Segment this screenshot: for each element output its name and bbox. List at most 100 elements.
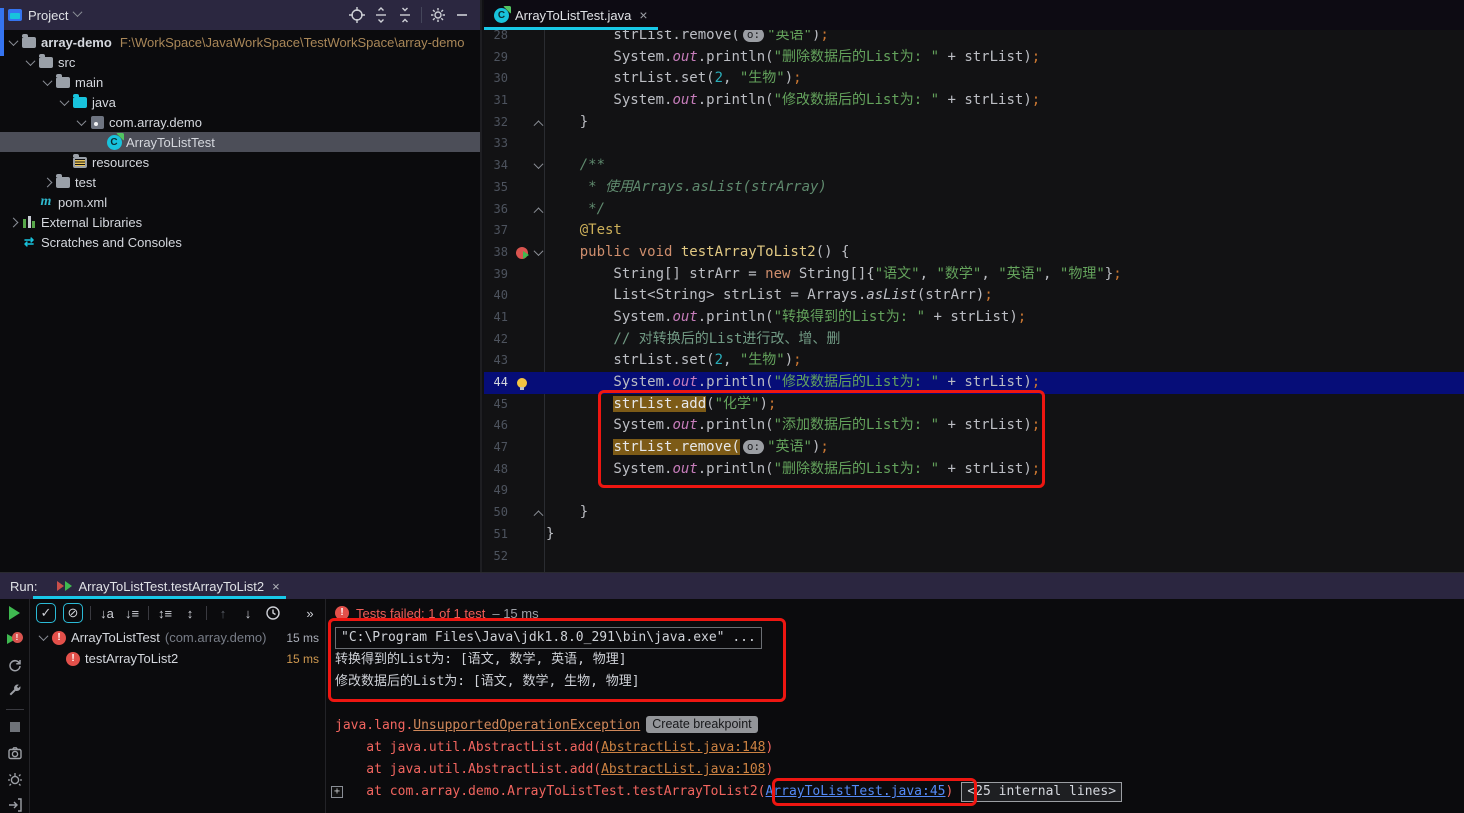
project-tree-item-test[interactable]: test: [0, 172, 480, 192]
console-line[interactable]: java.lang.UnsupportedOperationException C…: [335, 715, 1464, 737]
tab-close-icon[interactable]: ×: [639, 7, 647, 23]
stop-button[interactable]: [6, 719, 24, 736]
console-line[interactable]: 修改数据后的List为: [语文, 数学, 生物, 物理]: [335, 671, 1464, 693]
expand-all-button[interactable]: ↕≡: [156, 604, 174, 622]
show-passed-button[interactable]: ✓: [36, 603, 56, 623]
code-area[interactable]: 28 strList.remove(o: "英语"); 29 System.out.…: [484, 30, 1464, 572]
project-tree-item-src[interactable]: src: [0, 52, 480, 72]
console-line[interactable]: at java.util.AbstractList.add(AbstractLi…: [335, 737, 1464, 759]
code-line-47[interactable]: 47 strList.remove(o: "英语");: [484, 437, 1464, 459]
coverage-button[interactable]: [6, 770, 24, 787]
project-tree-item-java[interactable]: java: [0, 92, 480, 112]
code-line-40[interactable]: 40 List<String> strList = Arrays.asList(…: [484, 285, 1464, 307]
stack-link[interactable]: AbstractList.java:148: [601, 740, 765, 755]
fold-marker[interactable]: [532, 155, 545, 177]
code-line-30[interactable]: 30 strList.set(2, "生物");: [484, 68, 1464, 90]
project-tree-item-array-demo[interactable]: array-demo F:\WorkSpace\JavaWorkSpace\Tes…: [0, 32, 480, 52]
code-line-37[interactable]: 37 @Test: [484, 220, 1464, 242]
show-ignored-button[interactable]: ⊘: [63, 603, 83, 623]
code-line-33[interactable]: 33: [484, 133, 1464, 155]
chevron-down-icon[interactable]: [8, 35, 18, 46]
code-line-50[interactable]: 50 }: [484, 502, 1464, 524]
code-line-43[interactable]: 43 strList.set(2, "生物");: [484, 350, 1464, 372]
chevron-down-icon[interactable]: [42, 75, 52, 86]
project-dropdown-chevron-icon[interactable]: [73, 7, 83, 18]
test-settings-wrench-button[interactable]: [6, 683, 24, 700]
code-line-34[interactable]: 34 /**: [484, 155, 1464, 177]
fold-marker[interactable]: [532, 199, 545, 221]
intention-bulb-icon[interactable]: [517, 377, 527, 390]
editor-tab-arraytolisttest[interactable]: C ArrayToListTest.java ×: [484, 0, 658, 30]
code-line-46[interactable]: 46 System.out.println("添加数据后的List为: " + …: [484, 415, 1464, 437]
test-tree-item-arraytolisttest[interactable]: ! ArrayToListTest (com.array.demo) 15 ms: [30, 627, 325, 648]
console-line[interactable]: + at com.array.demo.ArrayToListTest.test…: [331, 781, 1464, 803]
chevron-down-icon[interactable]: [59, 95, 69, 106]
project-tree-item-resources[interactable]: resources: [0, 152, 480, 172]
code-line-41[interactable]: 41 System.out.println("转换得到的List为: " + s…: [484, 307, 1464, 329]
stack-link-user-code[interactable]: ArrayToListTest.java:45: [765, 784, 945, 799]
code-line-45[interactable]: 45 strList.add("化学");: [484, 394, 1464, 416]
code-line-42[interactable]: 42 // 对转换后的List进行改、增、删: [484, 329, 1464, 351]
project-tree-item-arraytolisttest[interactable]: C ArrayToListTest: [0, 132, 480, 152]
code-line-28[interactable]: 28 strList.remove(o: "英语");: [484, 30, 1464, 47]
internal-lines-badge[interactable]: <25 internal lines>: [961, 782, 1123, 802]
code-line-35[interactable]: 35 * 使用Arrays.asList(strArray): [484, 177, 1464, 199]
chevron-down-icon[interactable]: [38, 631, 49, 642]
run-console[interactable]: ! Tests failed: 1 of 1 test – 15 ms "C:\…: [327, 599, 1464, 813]
locate-button[interactable]: [347, 5, 367, 25]
rerun-button[interactable]: [6, 605, 24, 622]
fold-marker[interactable]: [532, 242, 545, 264]
code-line-36[interactable]: 36 */: [484, 199, 1464, 221]
code-line-49[interactable]: 49: [484, 480, 1464, 502]
sort-by-duration-button[interactable]: ↓≡: [123, 604, 141, 622]
expand-all-button[interactable]: [371, 5, 391, 25]
stack-fold-expand-icon[interactable]: +: [331, 786, 343, 798]
project-tree-item-main[interactable]: main: [0, 72, 480, 92]
create-breakpoint-badge[interactable]: Create breakpoint: [646, 716, 758, 733]
chevron-down-icon[interactable]: [25, 55, 35, 66]
console-line[interactable]: 转换得到的List为: [语文, 数学, 英语, 物理]: [335, 649, 1464, 671]
sort-alphabetically-button[interactable]: ↓a: [98, 604, 116, 622]
project-tree-item-pom-xml[interactable]: m pom.xml: [0, 192, 480, 212]
console-line[interactable]: at java.util.AbstractList.add(AbstractLi…: [335, 759, 1464, 781]
project-tree-item-scratches-and-consoles[interactable]: ⇄ Scratches and Consoles: [0, 232, 480, 252]
code-line-51[interactable]: 51}: [484, 524, 1464, 546]
project-panel-title[interactable]: Project: [28, 8, 68, 23]
console-line[interactable]: "C:\Program Files\Java\jdk1.8.0_291\bin\…: [335, 627, 1464, 649]
hide-button[interactable]: [452, 5, 472, 25]
test-tree-item-testarraytolist2[interactable]: ! testArrayToList2 15 ms: [30, 648, 325, 669]
code-line-31[interactable]: 31 System.out.println("修改数据后的List为: " + …: [484, 90, 1464, 112]
code-line-52[interactable]: 52: [484, 546, 1464, 568]
project-tree-item-external-libraries[interactable]: External Libraries: [0, 212, 480, 232]
code-line-39[interactable]: 39 String[] strArr = new String[]{"语文", …: [484, 264, 1464, 286]
run-tab-test[interactable]: ArrayToListTest.testArrayToList2 ×: [33, 573, 289, 599]
next-failed-test-button[interactable]: ↓: [239, 604, 257, 622]
code-line-38[interactable]: 38 public void testArrayToList2() {: [484, 242, 1464, 264]
test-history-button[interactable]: [264, 604, 282, 622]
previous-failed-test-button[interactable]: ↑: [214, 604, 232, 622]
fold-marker[interactable]: [532, 502, 545, 524]
code-line-44[interactable]: 44 System.out.println("修改数据后的List为: " + …: [484, 372, 1464, 394]
fold-marker[interactable]: [532, 112, 545, 134]
code-line-29[interactable]: 29 System.out.println("删除数据后的List为: " + …: [484, 47, 1464, 69]
collapse-all-button[interactable]: [395, 5, 415, 25]
rerun-failed-tests-button[interactable]: !: [6, 631, 24, 648]
stack-link[interactable]: AbstractList.java:108: [601, 762, 765, 777]
code-line-48[interactable]: 48 System.out.println("删除数据后的List为: " + …: [484, 459, 1464, 481]
chevron-right-icon[interactable]: [42, 177, 52, 187]
code-line-32[interactable]: 32 }: [484, 112, 1464, 134]
more-button[interactable]: »: [301, 604, 319, 622]
chevron-right-icon[interactable]: [8, 217, 18, 227]
line-number: 45: [493, 396, 508, 411]
console-line[interactable]: [335, 693, 1464, 715]
console-text[interactable]: UnsupportedOperationException: [413, 718, 640, 733]
thread-snapshot-button[interactable]: [6, 744, 24, 761]
run-tab-close-icon[interactable]: ×: [272, 579, 280, 594]
settings-button[interactable]: [428, 5, 448, 25]
toggle-auto-test-button[interactable]: [6, 657, 24, 674]
chevron-down-icon[interactable]: [76, 115, 86, 126]
run-test-failed-icon[interactable]: [516, 246, 529, 259]
project-tree-item-com-array-demo[interactable]: com.array.demo: [0, 112, 480, 132]
collapse-all-button[interactable]: ↕: [181, 604, 199, 622]
import-test-results-button[interactable]: [6, 796, 24, 813]
